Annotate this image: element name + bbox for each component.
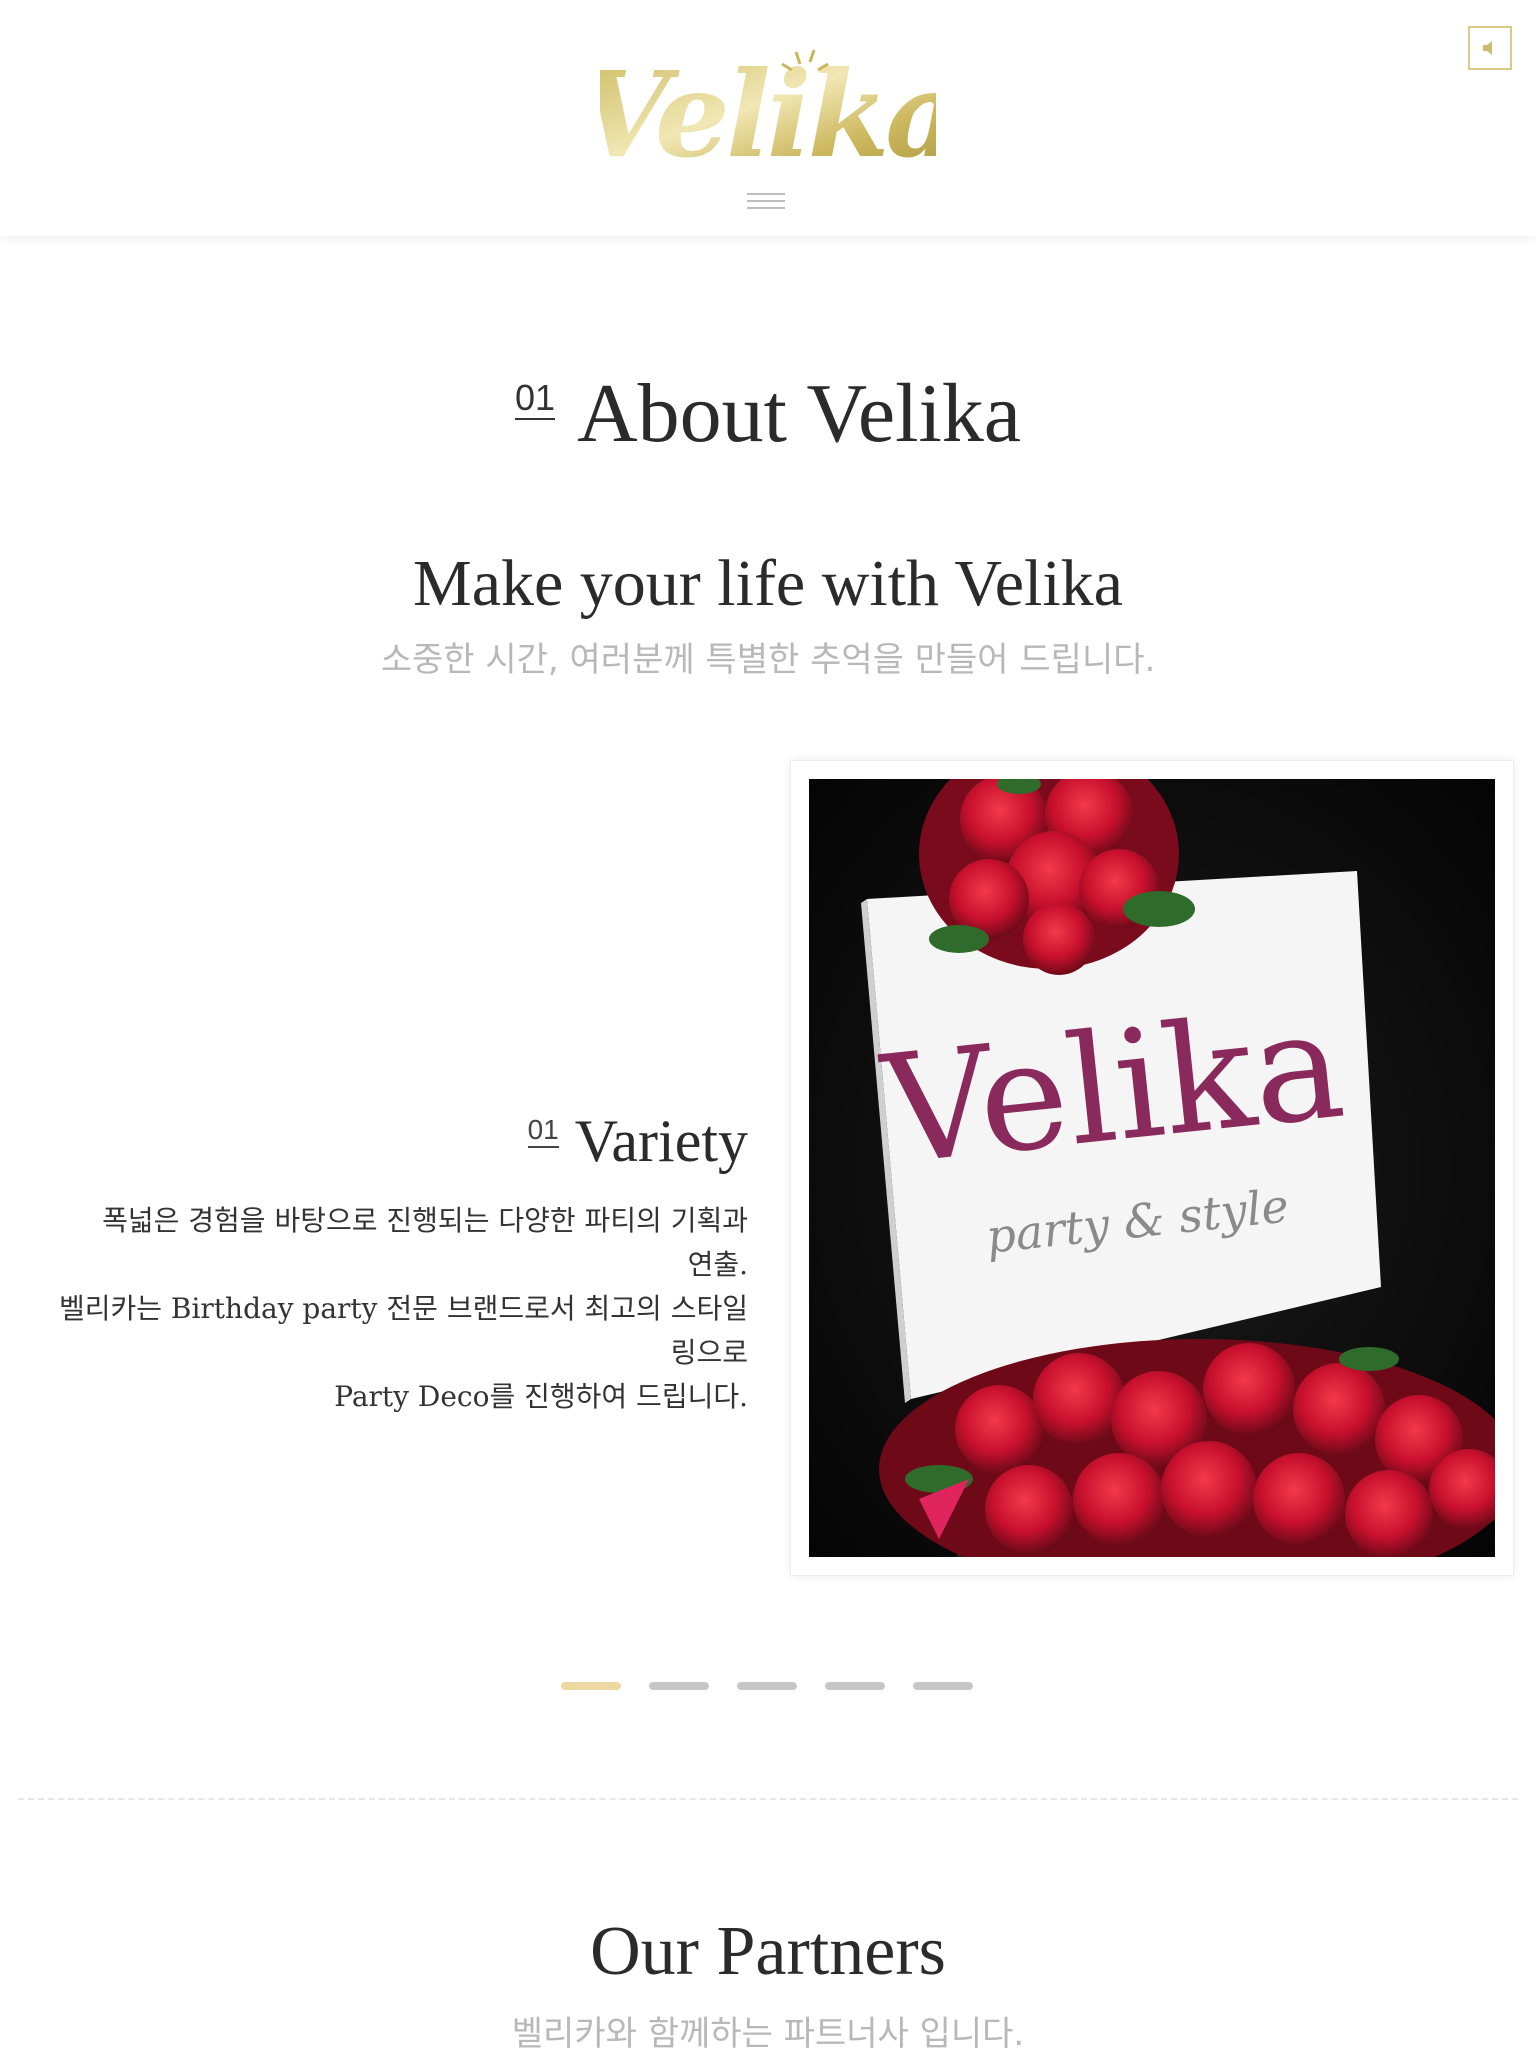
pager-dot-1[interactable]	[561, 1682, 621, 1690]
feature-text-line: Party Deco를 진행하여 드립니다.	[334, 1380, 748, 1413]
pager-dot-3[interactable]	[737, 1682, 797, 1690]
pager-dot-5[interactable]	[913, 1682, 973, 1690]
feature-description: 01 Variety 폭넓은 경험을 바탕으로 진행되는 다양한 파티의 기획과…	[24, 1110, 748, 1419]
partners-title: Our Partners	[590, 1913, 946, 1990]
feature-heading: 01 Variety	[24, 1110, 748, 1173]
pager-dot-4[interactable]	[825, 1682, 885, 1690]
section-divider	[18, 1798, 1518, 1800]
sound-toggle-button[interactable]	[1468, 26, 1512, 70]
hamburger-menu-icon[interactable]	[747, 190, 785, 212]
tagline: Make your life with Velika	[413, 547, 1123, 620]
pager-dot-2[interactable]	[649, 1682, 709, 1690]
about-heading: 01 About Velika	[0, 367, 1536, 460]
section-title: About Velika	[576, 367, 1022, 460]
velika-logo[interactable]: Velika	[578, 44, 962, 184]
feature-text-line: 벨리카는 Birthday party 전문 브랜드로서 최고의 스타일	[58, 1292, 748, 1325]
feature-text-line: 폭넓은 경험을 바탕으로 진행되는 다양한 파티의 기획과	[102, 1204, 748, 1237]
slide-pager	[561, 1682, 981, 1692]
site-header: Velika	[0, 0, 1536, 236]
feature-photo: Velika party & style	[809, 779, 1495, 1557]
tagline-subtitle: 소중한 시간, 여러분께 특별한 추억을 만들어 드립니다.	[380, 640, 1156, 680]
feature-title: Variety	[574, 1108, 748, 1174]
section-number: 01	[514, 377, 555, 420]
feature-text-line: 연출.	[687, 1248, 748, 1281]
feature-number: 01	[527, 1116, 559, 1148]
logo-text: Velika	[600, 45, 936, 174]
speaker-icon	[1483, 41, 1492, 55]
feature-text-line: 링으로	[670, 1336, 748, 1369]
feature-photo-frame: Velika party & style	[790, 760, 1514, 1576]
